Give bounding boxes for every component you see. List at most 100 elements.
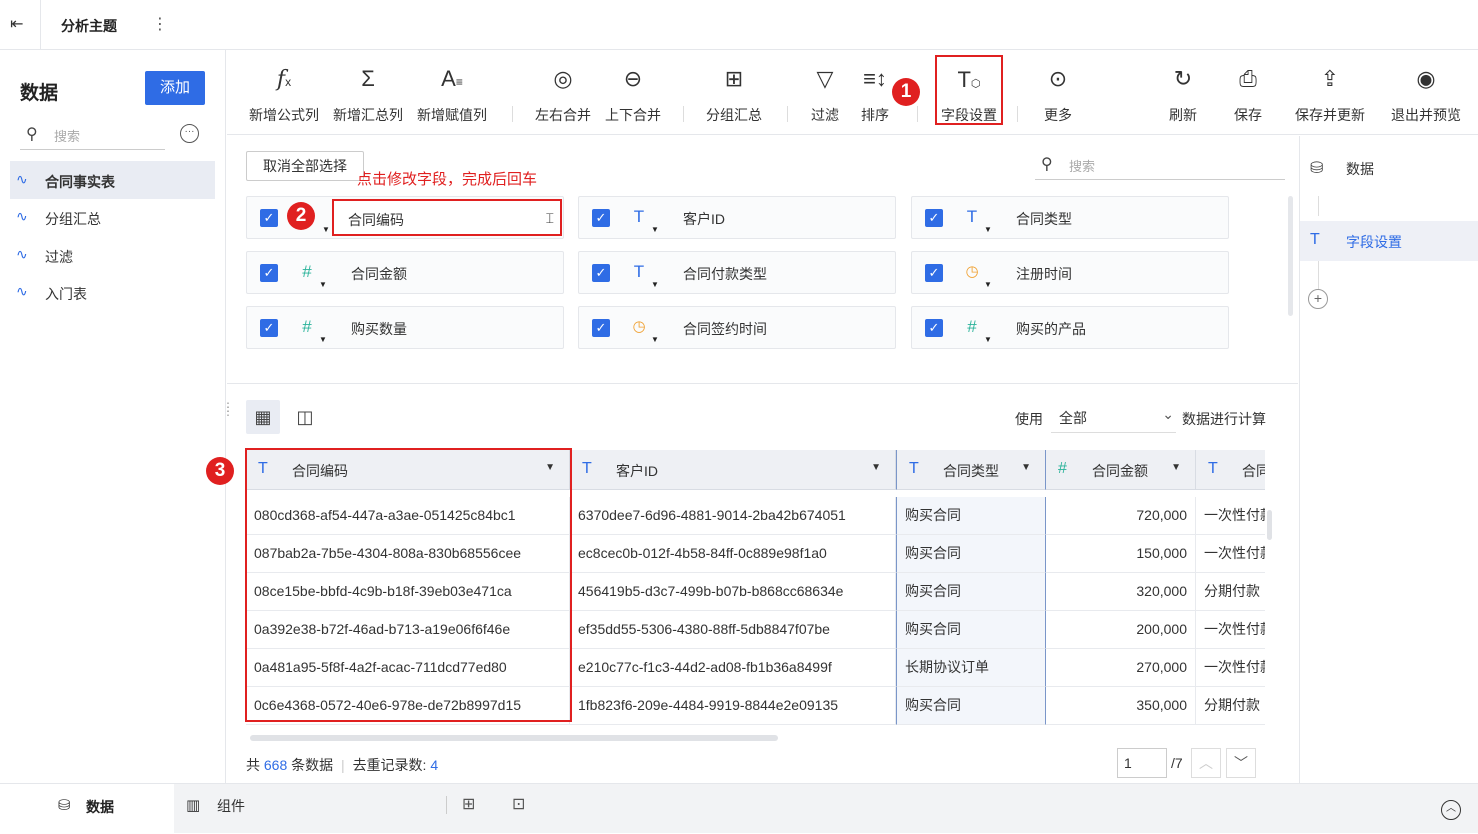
table-cell[interactable]: 1fb823f6-209e-4484-9919-8844e2e09135 [570,687,896,725]
table-cell[interactable]: 购买合同 [896,611,1046,649]
field-checkbox[interactable]: ✓ [260,319,278,337]
table-cell[interactable]: 0a481a95-5f8f-4a2f-acac-711dcd77ed80 [246,649,570,687]
type-dropdown-icon[interactable]: ▼ [651,335,659,344]
table-cell[interactable]: 087bab2a-7b5e-4304-808a-830b68556cee [246,535,570,573]
column-header[interactable]: T 客户ID ▼ [570,450,896,490]
table-cell[interactable]: 6370dee7-6d96-4881-9014-2ba42b674051 [570,497,896,535]
vertical-scrollbar[interactable] [1288,196,1293,316]
table-cell[interactable]: 一次性付款 [1196,611,1265,649]
table-cell[interactable]: 200,000 [1046,611,1196,649]
type-dropdown-icon[interactable]: ▼ [984,280,992,289]
horizontal-scrollbar[interactable] [250,735,778,741]
table-cell[interactable]: 350,000 [1046,687,1196,725]
next-page-button[interactable]: ﹀ [1226,748,1256,778]
data-scope-select[interactable]: 全部 ⌄ [1051,401,1176,433]
field-name[interactable]: 合同签约时间 [683,319,767,339]
field-name[interactable]: 合同付款类型 [683,264,767,284]
field-name[interactable]: 购买的产品 [1016,319,1086,339]
caret-down-icon[interactable]: ▼ [871,462,881,473]
field-checkbox[interactable]: ✓ [592,209,610,227]
flow-node-data[interactable]: ⛁ 数据 [1300,148,1478,188]
grid-view-icon[interactable]: ▦ [246,400,280,434]
field-checkbox[interactable]: ✓ [260,264,278,282]
vertical-scrollbar[interactable] [1267,510,1272,540]
more-options-icon[interactable]: ··· [180,124,199,143]
new-formula-column-button[interactable]: fx 新增公式列 [245,50,323,135]
table-cell[interactable]: 一次性付款 [1196,535,1265,573]
table-cell[interactable]: 一次性付款 [1196,497,1265,535]
column-header[interactable]: T 合同编码 ▼ [246,450,570,490]
column-header[interactable]: T 合同 [1196,450,1265,490]
table-cell[interactable]: 购买合同 [896,497,1046,535]
left-right-merge-button[interactable]: ◎ 左右合并 [530,50,596,135]
field-name[interactable]: 客户ID [683,209,725,229]
sidebar-item-group-summary[interactable]: ∿ 分组汇总 [10,198,215,236]
field-name-input[interactable]: 合同编码 ⌶ [332,199,562,236]
layout-view-icon[interactable]: ◫ [288,400,322,434]
type-dropdown-icon[interactable]: ▼ [319,335,327,344]
field-name[interactable]: 合同类型 [1016,209,1072,229]
filter-button[interactable]: ▽ 过滤 [803,50,847,135]
field-checkbox[interactable]: ✓ [592,264,610,282]
type-dropdown-icon[interactable]: ▼ [651,225,659,234]
sidebar-item-filter[interactable]: ∿ 过滤 [10,236,215,274]
field-name[interactable]: 注册时间 [1016,264,1072,284]
type-dropdown-icon[interactable]: ▼ [322,225,330,234]
table-cell[interactable]: 456419b5-d3c7-499b-b07b-b868cc68634e [570,573,896,611]
field-search-input[interactable]: ⚲ 搜索 [1035,150,1285,180]
save-and-update-button[interactable]: ⇪ 保存并更新 [1290,50,1370,135]
group-summary-button[interactable]: ⊞ 分组汇总 [700,50,768,135]
back-icon[interactable]: ⇤ [10,14,30,34]
save-button[interactable]: ⎙ 保存 [1225,50,1271,135]
up-down-merge-button[interactable]: ⊖ 上下合并 [600,50,666,135]
field-name[interactable]: 购买数量 [351,319,407,339]
sidebar-item-intro-table[interactable]: ∿ 入门表 [10,273,215,311]
sort-button[interactable]: ≡↕ 排序 [853,50,897,135]
add-chart-icon[interactable]: ⊞ [462,794,475,814]
table-cell[interactable]: 150,000 [1046,535,1196,573]
more-button[interactable]: ⊙ 更多 [1034,50,1082,135]
tab-data[interactable]: ⛁ 数据 [0,784,174,834]
caret-down-icon[interactable]: ▼ [1171,462,1181,473]
table-cell[interactable]: 一次性付款 [1196,649,1265,687]
table-cell[interactable]: 270,000 [1046,649,1196,687]
new-assign-column-button[interactable]: A≡ 新增赋值列 [413,50,491,135]
table-cell[interactable]: ef35dd55-5306-4380-88ff-5db8847f07be [570,611,896,649]
table-cell[interactable]: 720,000 [1046,497,1196,535]
more-vertical-icon[interactable]: ⋮ [152,14,168,34]
table-cell[interactable]: 分期付款 [1196,687,1265,725]
table-cell[interactable]: ec8cec0b-012f-4b58-84ff-0c889e98f1a0 [570,535,896,573]
refresh-button[interactable]: ↻ 刷新 [1160,50,1206,135]
field-settings-button[interactable]: T⬡ 字段设置 [935,55,1003,125]
table-cell[interactable]: 320,000 [1046,573,1196,611]
page-number-input[interactable]: 1 [1117,748,1167,778]
prev-page-button[interactable]: ︿ [1191,748,1221,778]
new-summary-column-button[interactable]: Σ 新增汇总列 [329,50,407,135]
add-step-icon[interactable]: + [1308,289,1328,309]
field-checkbox[interactable]: ✓ [925,264,943,282]
field-checkbox[interactable]: ✓ [592,319,610,337]
field-checkbox[interactable]: ✓ [925,319,943,337]
deselect-all-button[interactable]: 取消全部选择 [246,151,364,181]
table-cell[interactable]: 08ce15be-bbfd-4c9b-b18f-39eb03e471ca [246,573,570,611]
exit-and-preview-button[interactable]: ◉ 退出并预览 [1385,50,1467,135]
table-cell[interactable]: 购买合同 [896,573,1046,611]
type-dropdown-icon[interactable]: ▼ [984,335,992,344]
table-cell[interactable]: 0c6e4368-0572-40e6-978e-de72b8997d15 [246,687,570,725]
search-input[interactable]: ⚲ 搜索 [20,120,165,150]
column-header[interactable]: T 合同类型 ▼ [896,450,1046,490]
caret-down-icon[interactable]: ▼ [1021,462,1031,473]
table-cell[interactable]: 0a392e38-b72f-46ad-b713-a19e06f6f46e [246,611,570,649]
table-cell[interactable]: 长期协议订单 [896,649,1046,687]
field-checkbox[interactable]: ✓ [260,209,278,227]
collapse-up-icon[interactable]: ︿ [1441,800,1461,820]
type-dropdown-icon[interactable]: ▼ [651,280,659,289]
sidebar-item-contract-fact[interactable]: ∿ 合同事实表 [10,161,215,199]
add-dashboard-icon[interactable]: ⊡ [512,794,525,814]
field-checkbox[interactable]: ✓ [925,209,943,227]
caret-down-icon[interactable]: ▼ [545,462,555,473]
table-cell[interactable]: e210c77c-f1c3-44d2-ad08-fb1b36a8499f [570,649,896,687]
type-dropdown-icon[interactable]: ▼ [319,280,327,289]
table-cell[interactable]: 分期付款 [1196,573,1265,611]
field-name[interactable]: 合同金额 [351,264,407,284]
